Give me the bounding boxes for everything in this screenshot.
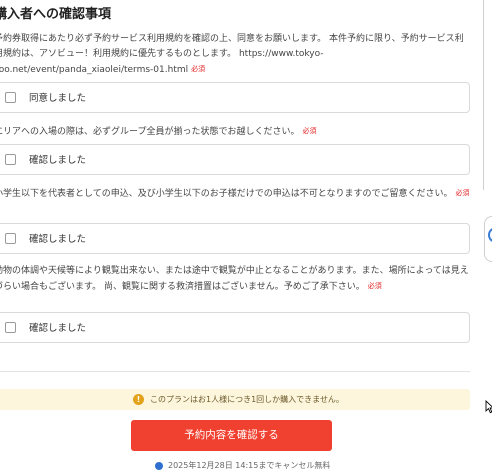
side-help-tab[interactable] bbox=[484, 216, 492, 262]
confirm-label-2: 確認しました bbox=[29, 155, 87, 166]
confirm-label-4: 確認しました bbox=[29, 323, 87, 334]
required-badge: 必須 bbox=[191, 65, 206, 73]
required-badge: 必須 bbox=[367, 282, 382, 290]
question-4-label: 動物の体調や天候等により観覧出来ない、または途中で観覧が中止となることがあります… bbox=[0, 266, 469, 292]
confirm-box-3[interactable]: 確認しました bbox=[0, 223, 470, 254]
exclamation-icon: ! bbox=[133, 394, 144, 405]
checkbox-1[interactable] bbox=[5, 92, 16, 103]
checkbox-3[interactable] bbox=[5, 233, 16, 244]
divider bbox=[0, 371, 470, 372]
confirm-box-2[interactable]: 確認しました bbox=[0, 144, 470, 175]
notice-banner: ! このプランはお1人様につき1回しか購入できません。 bbox=[0, 389, 470, 410]
confirm-box-4[interactable]: 確認しました bbox=[0, 312, 470, 343]
checkbox-2[interactable] bbox=[5, 154, 16, 165]
required-badge: 必須 bbox=[455, 189, 470, 197]
help-icon bbox=[488, 227, 492, 243]
side-panel-border bbox=[483, 0, 484, 190]
confirm-reservation-button[interactable]: 予約内容を確認する bbox=[131, 420, 332, 451]
question-3-text: 小学生以下を代表者としての申込、及び小学生以下のお子様だけでの申込は不可となりま… bbox=[0, 186, 472, 202]
question-1-label: 予約券取得にあたり必ず予約サービス利用規約を確認の上、同意をお願いします。 本件… bbox=[0, 34, 464, 75]
cancellation-note: 2025年12月28日 14:15までキャンセル無料 bbox=[168, 461, 331, 470]
required-badge: 必須 bbox=[302, 127, 317, 135]
confirm-box-1[interactable]: 同意しました bbox=[0, 82, 470, 113]
notice-text: このプランはお1人様につき1回しか購入できません。 bbox=[150, 395, 344, 404]
question-4-text: 動物の体調や天候等により観覧出来ない、または途中で観覧が中止となることがあります… bbox=[0, 264, 472, 295]
checkbox-4[interactable] bbox=[5, 322, 16, 333]
confirm-label-1: 同意しました bbox=[29, 93, 87, 104]
confirm-label-3: 確認しました bbox=[29, 234, 87, 245]
section-title: 購入者への確認事項 bbox=[0, 7, 112, 22]
question-2-label: エリアへの入場の際は、必ずグループ全員が揃った状態でお越しください。 bbox=[0, 127, 300, 137]
info-icon bbox=[155, 462, 163, 470]
question-1-text: 予約券取得にあたり必ず予約サービス利用規約を確認の上、同意をお願いします。 本件… bbox=[0, 32, 472, 78]
question-2-text: エリアへの入場の際は、必ずグループ全員が揃った状態でお越しください。 必須 bbox=[0, 124, 472, 140]
mouse-cursor-icon bbox=[485, 400, 492, 414]
question-3-label: 小学生以下を代表者としての申込、及び小学生以下のお子様だけでの申込は不可となりま… bbox=[0, 189, 453, 199]
